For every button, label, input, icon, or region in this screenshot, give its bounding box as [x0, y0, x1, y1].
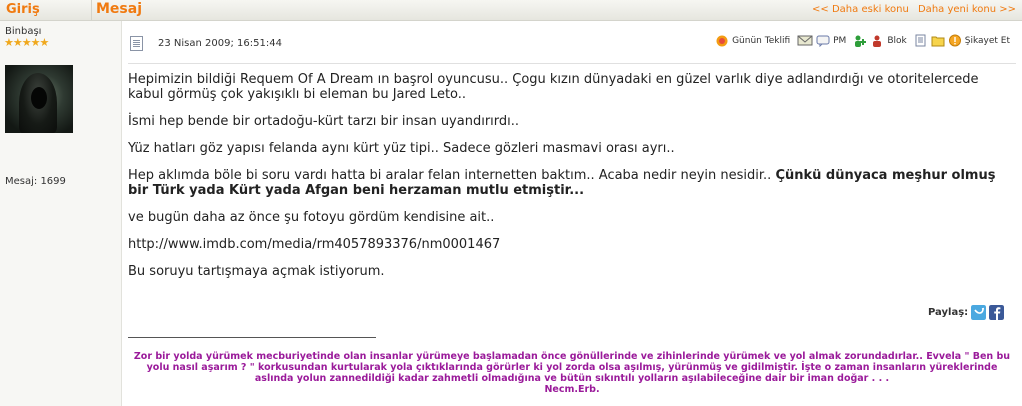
- block-link[interactable]: Blok: [887, 36, 906, 46]
- post-paragraph-mixed: Hep aklımda böle bi soru vardı hatta bi …: [128, 168, 1008, 198]
- thread-header: Giriş Mesaj << Daha eski konu Daha yeni …: [0, 0, 1022, 21]
- folder-icon[interactable]: [931, 34, 945, 47]
- buddy-icon[interactable]: [853, 34, 867, 47]
- newer-topic-link[interactable]: Daha yeni konu >>: [918, 4, 1016, 15]
- post-divider: [128, 63, 1016, 64]
- header-message-column-label: Mesaj: [96, 1, 143, 17]
- facebook-icon[interactable]: [989, 305, 1005, 320]
- block-icon[interactable]: [870, 34, 884, 47]
- post-paragraph: Bu soruyu tartışmaya açmak istiyorum.: [128, 264, 385, 279]
- report-link[interactable]: Şikayet Et: [965, 36, 1010, 46]
- warning-icon[interactable]: [948, 34, 962, 47]
- post-toolbar: Günün Teklifi PM Blok Şikayet Et: [715, 34, 1014, 47]
- signature-divider: [128, 337, 376, 338]
- post-link-text: http://www.imdb.com/media/rm4057893376/n…: [128, 237, 501, 252]
- offer-link[interactable]: Günün Teklifi: [732, 36, 790, 46]
- header-author-column-label: Giriş: [6, 2, 40, 17]
- email-icon[interactable]: [797, 34, 813, 47]
- document-icon[interactable]: [130, 36, 143, 51]
- user-post-count: Mesaj: 1699: [5, 176, 66, 187]
- post-paragraph: ve bugün daha az önce şu fotoyu gördüm k…: [128, 210, 495, 225]
- pm-link[interactable]: PM: [833, 36, 846, 46]
- post-paragraph: İsmi hep bende bir ortadoğu-kürt tarzı b…: [128, 114, 520, 129]
- signature-author: Necm.Erb.: [544, 384, 600, 395]
- copy-icon[interactable]: [914, 34, 928, 47]
- older-topic-link[interactable]: << Daha eski konu: [812, 4, 909, 15]
- avatar-shadow-face: [31, 87, 47, 109]
- offer-icon[interactable]: [715, 34, 729, 47]
- post-paragraph: Yüz hatları göz yapısı felanda aynı kürt…: [128, 141, 675, 156]
- post-date: 23 Nisan 2009; 16:51:44: [158, 38, 282, 49]
- rank-stars-icon: ★★★★★: [4, 36, 49, 49]
- pm-icon[interactable]: [816, 34, 830, 47]
- header-divider: [91, 0, 92, 20]
- topic-navigation: << Daha eski konu Daha yeni konu >>: [806, 4, 1016, 15]
- post-header: 23 Nisan 2009; 16:51:44 Günün Teklifi PM…: [130, 34, 1014, 54]
- post-paragraph: Hepimizin bildiği Requem Of A Dream ın b…: [128, 72, 979, 102]
- signature-text: Zor bir yolda yürümek mecburiyetinde ola…: [133, 351, 1011, 384]
- post-paragraph-text: Hep aklımda böle bi soru vardı hatta bi …: [128, 168, 776, 183]
- share-bar: Paylaş:: [928, 305, 1005, 320]
- signature: Zor bir yolda yürümek mecburiyetinde ola…: [128, 351, 1016, 395]
- post-body: Hepimizin bildiği Requem Of A Dream ın b…: [128, 72, 1008, 291]
- share-label: Paylaş:: [928, 307, 969, 318]
- twitter-icon[interactable]: [971, 305, 987, 320]
- avatar[interactable]: [5, 65, 73, 133]
